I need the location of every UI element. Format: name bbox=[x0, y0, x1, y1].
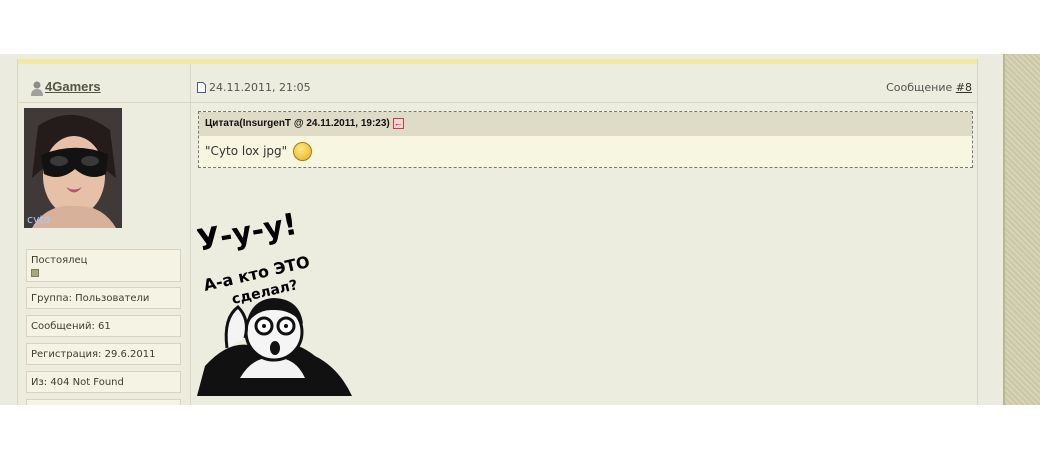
avatar[interactable]: cyto bbox=[24, 108, 122, 228]
user-sidebar: cyto Постоялец Группа: Пользователи Сооб… bbox=[18, 103, 191, 405]
user-group: Группа: Пользователи bbox=[31, 293, 150, 304]
quote-body: "Cyto lox jpg" bbox=[199, 136, 972, 162]
user-location: Из: 404 Not Found bbox=[31, 377, 124, 388]
post-number-label: Сообщение bbox=[886, 81, 953, 94]
post-content: Цитата(InsurgenT @ 24.11.2011, 19:23) "C… bbox=[191, 103, 977, 405]
quote-text: "Cyto lox jpg" bbox=[205, 144, 288, 158]
forum-page: 4Gamers 24.11.2011, 21:05 Сообщение #8 c… bbox=[0, 54, 1040, 405]
user-registration-box: Регистрация: 29.6.2011 bbox=[26, 343, 181, 365]
document-icon bbox=[197, 82, 206, 93]
quote-block: Цитата(InsurgenT @ 24.11.2011, 19:23) "C… bbox=[198, 111, 973, 168]
user-rank-box: Постоялец bbox=[26, 249, 181, 282]
smiley-icon bbox=[293, 142, 312, 161]
user-location-box: Из: 404 Not Found bbox=[26, 371, 181, 393]
user-extra-box bbox=[26, 399, 181, 405]
post-number-link[interactable]: #8 bbox=[956, 81, 972, 94]
user-group-box: Группа: Пользователи bbox=[26, 287, 181, 309]
post-date: 24.11.2011, 21:05 bbox=[209, 81, 311, 94]
user-messages: Сообщений: 61 bbox=[31, 321, 111, 332]
page-side-pattern bbox=[1003, 54, 1040, 405]
post-meta-header: 24.11.2011, 21:05 Сообщение #8 bbox=[191, 64, 977, 103]
meme-image: У-у-у! А-а кто ЭТО сделал? bbox=[197, 206, 352, 396]
post-author-header: 4Gamers bbox=[18, 64, 191, 103]
user-registration: Регистрация: 29.6.2011 bbox=[31, 349, 156, 360]
quote-header-text: Цитата(InsurgenT @ 24.11.2011, 19:23) bbox=[205, 118, 390, 129]
post-number: Сообщение #8 bbox=[886, 81, 972, 94]
quote-source-icon[interactable] bbox=[392, 113, 404, 133]
user-messages-box: Сообщений: 61 bbox=[26, 315, 181, 337]
avatar-image: cyto bbox=[24, 108, 122, 228]
forum-post: 4Gamers 24.11.2011, 21:05 Сообщение #8 c… bbox=[17, 59, 978, 405]
user-icon bbox=[31, 81, 43, 96]
quote-header: Цитата(InsurgenT @ 24.11.2011, 19:23) bbox=[199, 112, 972, 136]
username-link[interactable]: 4Gamers bbox=[45, 79, 101, 94]
rank-pip-icon bbox=[31, 269, 39, 277]
svg-text:cyto: cyto bbox=[27, 213, 51, 226]
page-background: 4Gamers 24.11.2011, 21:05 Сообщение #8 c… bbox=[0, 54, 1003, 405]
user-rank: Постоялец bbox=[31, 255, 88, 266]
